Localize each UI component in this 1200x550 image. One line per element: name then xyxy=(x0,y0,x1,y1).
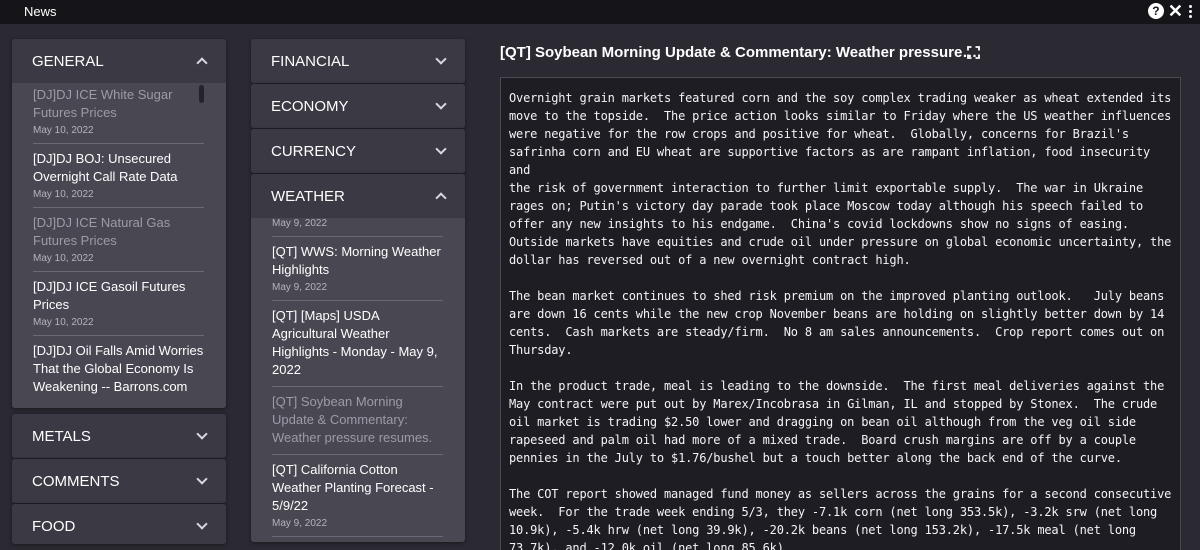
chevron-up-icon[interactable] xyxy=(435,192,447,204)
panel-financial[interactable]: FINANCIAL xyxy=(251,39,465,83)
news-headline: [DJ]DJ ICE White Sugar Futures Prices xyxy=(33,87,173,120)
news-date: May 10, 2022 xyxy=(33,253,94,264)
article-paragraph: The COT report showed managed fund money… xyxy=(509,487,1172,550)
news-list-weather: May 9, 2022 [QT] WWS: Morning Weather Hi… xyxy=(251,218,465,542)
help-icon[interactable]: ? xyxy=(1147,3,1164,19)
chevron-down-icon[interactable] xyxy=(196,518,208,530)
panel-label: METALS xyxy=(32,427,91,445)
article-paragraph: In the product trade, meal is leading to… xyxy=(509,379,1165,465)
panel-label: WEATHER xyxy=(271,187,345,205)
chevron-down-icon[interactable] xyxy=(196,473,208,485)
list-item[interactable]: [QT] Soybean Morning Update & Commentary… xyxy=(272,387,443,455)
panel-general: GENERAL [DJ]DJ ICE White Sugar Futures P… xyxy=(12,39,226,408)
list-item[interactable]: May 9, 2022 xyxy=(272,218,443,237)
panel-economy[interactable]: ECONOMY xyxy=(251,84,465,128)
panel-label: FOOD xyxy=(32,517,76,535)
list-item[interactable]: [QT] California Cotton Weather Planting … xyxy=(272,455,443,537)
title-bar: News ? ✕ xyxy=(0,0,1200,24)
news-date: May 10, 2022 xyxy=(33,317,94,328)
panel-header-financial[interactable]: FINANCIAL xyxy=(251,39,465,83)
panel-label: GENERAL xyxy=(32,52,104,70)
article-paragraph: The bean market continues to shed risk p… xyxy=(509,289,1165,357)
window-title: News xyxy=(24,4,57,19)
news-headline: [QT] WWS: Morning Weather Highlights xyxy=(272,244,441,277)
article-paragraph: Overnight grain markets featured corn an… xyxy=(509,91,1172,267)
panel-header-economy[interactable]: ECONOMY xyxy=(251,84,465,128)
chevron-down-icon[interactable] xyxy=(435,98,447,110)
news-headline: [DJ]DJ ICE Gasoil Futures Prices xyxy=(33,279,186,312)
list-item[interactable]: [QT] WWS: Morning Weather Highlights May… xyxy=(272,237,443,301)
article-body: Overnight grain markets featured corn an… xyxy=(500,77,1181,550)
chevron-down-icon[interactable] xyxy=(435,143,447,155)
panel-header-food[interactable]: FOOD xyxy=(12,504,226,544)
news-date: May 9, 2022 xyxy=(272,218,328,229)
list-item[interactable]: [DJ]DJ Oil Falls Amid Worries That the G… xyxy=(33,336,204,403)
panel-label: CURRENCY xyxy=(271,142,357,160)
list-item[interactable]: [DJ]DJ ICE Gasoil Futures Prices May 10,… xyxy=(33,272,204,336)
panel-currency[interactable]: CURRENCY xyxy=(251,129,465,173)
panel-header-comments[interactable]: COMMENTS xyxy=(12,459,226,503)
panel-header-metals[interactable]: METALS xyxy=(12,414,226,458)
news-headline: [DJ]DJ ICE Natural Gas Futures Prices xyxy=(33,215,171,248)
news-list-general: [DJ]DJ ICE White Sugar Futures Prices Ma… xyxy=(12,83,226,408)
chevron-up-icon[interactable] xyxy=(196,57,208,69)
news-headline: [DJ]DJ Oil Falls Amid Worries That the G… xyxy=(33,343,204,394)
news-date: May 9, 2022 xyxy=(272,282,328,293)
scrollbar-thumb[interactable] xyxy=(199,85,204,103)
list-item[interactable]: [DJ]DJ ICE Natural Gas Futures Prices Ma… xyxy=(33,208,204,272)
panel-metals[interactable]: METALS xyxy=(12,414,226,458)
chevron-down-icon[interactable] xyxy=(196,428,208,440)
panel-label: COMMENTS xyxy=(32,472,120,490)
article-title: [QT] Soybean Morning Update & Commentary… xyxy=(500,44,978,61)
panel-label: FINANCIAL xyxy=(271,52,350,70)
more-menu-icon[interactable] xyxy=(1187,4,1194,18)
panel-header-weather[interactable]: WEATHER xyxy=(251,174,465,218)
news-date: May 9, 2022 xyxy=(272,518,328,529)
news-headline: [DJ]DJ BOJ: Unsecured Overnight Call Rat… xyxy=(33,151,178,184)
panel-label: ECONOMY xyxy=(271,97,349,115)
close-icon[interactable]: ✕ xyxy=(1168,2,1183,20)
list-item[interactable]: [QT] [Maps] USDA Agricultural Weather Hi… xyxy=(272,301,443,387)
news-headline: [QT] Soybean Morning Update & Commentary… xyxy=(272,394,433,445)
news-headline: [QT] [Maps] USDA Agricultural Weather Hi… xyxy=(272,308,438,377)
news-headline: [QT] California Cotton Weather Planting … xyxy=(272,462,434,513)
panel-weather: WEATHER May 9, 2022 [QT] WWS: Morning We… xyxy=(251,174,465,542)
list-item[interactable]: [DJ]DJ ICE White Sugar Futures Prices Ma… xyxy=(33,83,204,144)
panel-header-general[interactable]: GENERAL xyxy=(12,39,226,83)
news-date: May 10, 2022 xyxy=(33,189,94,200)
panel-header-currency[interactable]: CURRENCY xyxy=(251,129,465,173)
chevron-down-icon[interactable] xyxy=(435,53,447,65)
fullscreen-icon[interactable] xyxy=(967,46,980,59)
list-item[interactable]: [DJ]DJ BOJ: Unsecured Overnight Call Rat… xyxy=(33,144,204,208)
news-date: May 10, 2022 xyxy=(33,125,94,136)
panel-food[interactable]: FOOD xyxy=(12,504,226,544)
panel-comments[interactable]: COMMENTS xyxy=(12,459,226,503)
